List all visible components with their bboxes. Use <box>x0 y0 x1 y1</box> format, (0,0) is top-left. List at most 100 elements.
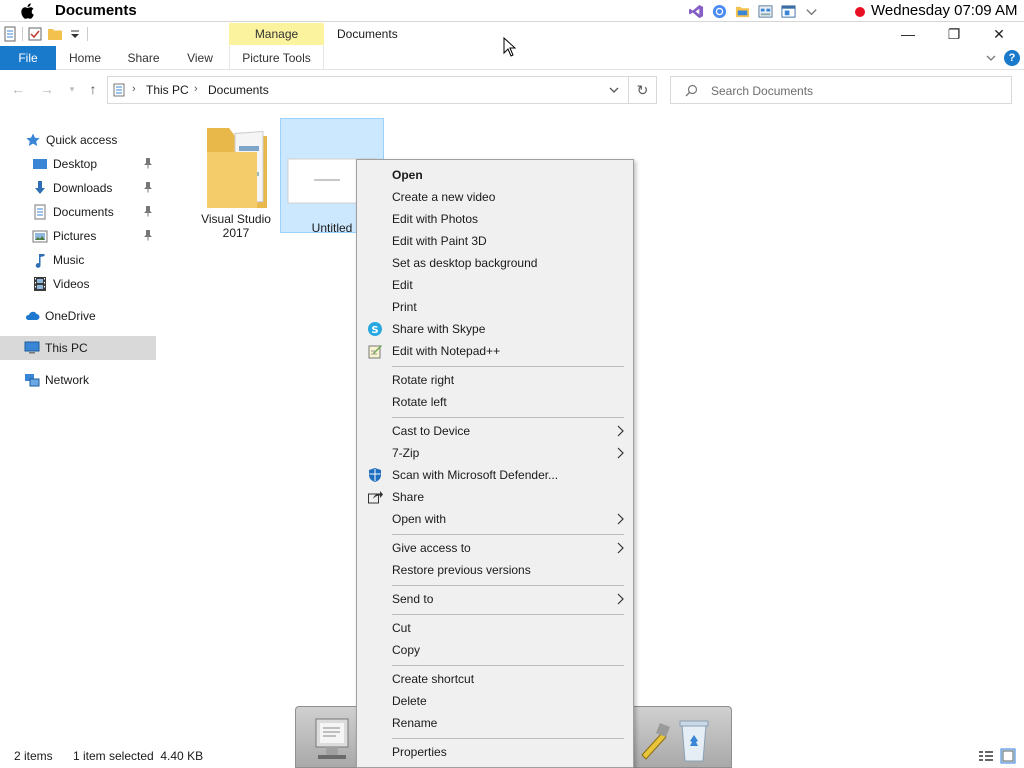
large-icons-view-icon[interactable] <box>1000 748 1016 764</box>
recycle-bin-icon[interactable] <box>672 715 716 765</box>
status-selection: 1 item selected 4.40 KB <box>73 749 204 763</box>
menu-item-rename[interactable]: Rename <box>359 712 631 734</box>
menu-item-send-to[interactable]: Send to <box>359 588 631 610</box>
nav-quick-access[interactable]: Quick access <box>0 128 156 152</box>
file-manager-dock-icon[interactable] <box>310 715 354 765</box>
nav-pictures[interactable]: Pictures <box>0 224 156 248</box>
menu-item-cut[interactable]: Cut <box>359 617 631 639</box>
app-window-icon[interactable] <box>780 4 797 19</box>
menu-item-edit[interactable]: Edit <box>359 274 631 296</box>
menu-item-send-to-label: Send to <box>392 592 434 606</box>
notepad-plus-plus-icon <box>368 345 382 359</box>
menu-item-print[interactable]: Print <box>359 296 631 318</box>
nav-music[interactable]: Music <box>0 248 156 272</box>
menu-item-set-desktop-background[interactable]: Set as desktop background <box>359 252 631 274</box>
refresh-icon: ↻ <box>636 81 649 98</box>
help-icon[interactable]: ? <box>1004 50 1020 66</box>
menu-item-edit-with-photos[interactable]: Edit with Photos <box>359 208 631 230</box>
menu-item-create-shortcut[interactable]: Create shortcut <box>359 668 631 690</box>
menu-separator <box>392 534 624 535</box>
menu-item-restore-previous-versions[interactable]: Restore previous versions <box>359 559 631 581</box>
nav-documents[interactable]: Documents <box>0 200 156 224</box>
tab-file[interactable]: File <box>0 46 56 70</box>
tab-view[interactable]: View <box>178 46 222 70</box>
menu-item-rotate-left[interactable]: Rotate left <box>359 391 631 413</box>
maximize-button[interactable]: ❐ <box>931 23 977 45</box>
menu-item-rotate-right[interactable]: Rotate right <box>359 369 631 391</box>
file-item-folder-name-line1: Visual Studio <box>201 212 271 226</box>
document-icon <box>34 204 46 220</box>
active-app-name[interactable]: Documents <box>55 2 137 19</box>
apple-icon[interactable] <box>20 2 36 20</box>
nav-videos[interactable]: Videos <box>0 272 156 296</box>
menu-separator <box>392 585 624 586</box>
menu-item-delete[interactable]: Delete <box>359 690 631 712</box>
file-explorer-icon[interactable] <box>734 4 751 19</box>
breadcrumb-this-pc[interactable]: This PC <box>146 83 189 97</box>
minimize-button[interactable]: — <box>885 23 931 45</box>
chevron-down-icon[interactable] <box>803 4 820 19</box>
up-arrow-icon[interactable]: ↑ <box>85 81 101 97</box>
nav-downloads[interactable]: Downloads <box>0 176 156 200</box>
nav-network[interactable]: Network <box>0 368 156 392</box>
expand-ribbon-icon[interactable] <box>985 52 997 64</box>
submenu-arrow-icon <box>617 447 624 459</box>
menubar-clock[interactable]: Wednesday 07:09 AM <box>855 2 1017 19</box>
menu-item-edit-with-paint-3d[interactable]: Edit with Paint 3D <box>359 230 631 252</box>
file-item-folder[interactable]: Visual Studio 2017 <box>184 122 288 262</box>
manage-context-tab-header[interactable]: Manage <box>229 23 324 45</box>
new-folder-icon[interactable] <box>47 26 63 42</box>
address-history-chevron-icon[interactable] <box>608 84 620 96</box>
menu-item-open-with[interactable]: Open with <box>359 508 631 530</box>
menu-item-properties[interactable]: Properties <box>359 741 631 763</box>
menu-item-cast-to-device-label: Cast to Device <box>392 424 471 438</box>
menu-separator <box>392 417 624 418</box>
recent-locations-icon[interactable]: ▾ <box>64 81 80 97</box>
chrome-icon[interactable] <box>711 4 728 19</box>
nav-desktop[interactable]: Desktop <box>0 152 156 176</box>
search-icon <box>685 84 698 97</box>
properties-icon[interactable] <box>2 26 18 42</box>
control-panel-icon[interactable] <box>757 4 774 19</box>
menu-item-cast-to-device[interactable]: Cast to Device <box>359 420 631 442</box>
refresh-button[interactable]: ↻ <box>629 76 657 104</box>
menu-item-edit-with-notepad-plus-plus[interactable]: Edit with Notepad++ <box>359 340 631 362</box>
menu-item-share-with-skype[interactable]: S Share with Skype <box>359 318 631 340</box>
search-placeholder: Search Documents <box>711 84 814 98</box>
clock-text: Wednesday 07:09 AM <box>871 2 1018 19</box>
close-button[interactable]: ✕ <box>976 23 1022 45</box>
nav-onedrive[interactable]: OneDrive <box>0 304 156 328</box>
search-box[interactable]: Search Documents <box>670 76 1012 104</box>
back-arrow-icon[interactable]: ← <box>10 81 26 97</box>
pin-icon[interactable] <box>142 181 154 193</box>
visual-studio-icon[interactable] <box>688 4 705 19</box>
address-bar[interactable]: › This PC › Documents <box>107 76 629 104</box>
music-note-icon <box>35 254 45 268</box>
breadcrumb-separator-icon[interactable]: › <box>194 83 198 95</box>
menu-item-7-zip[interactable]: 7-Zip <box>359 442 631 464</box>
svg-text:S: S <box>371 325 378 336</box>
tab-share[interactable]: Share <box>120 46 167 70</box>
menu-item-give-access-to-label: Give access to <box>392 541 471 555</box>
details-view-icon[interactable] <box>978 748 994 764</box>
nav-videos-label: Videos <box>53 277 90 291</box>
qat-dropdown-icon[interactable] <box>67 26 83 42</box>
pin-icon[interactable] <box>142 205 154 217</box>
forward-arrow-icon[interactable]: → <box>39 81 55 97</box>
menu-item-give-access-to[interactable]: Give access to <box>359 537 631 559</box>
pin-icon[interactable] <box>142 229 154 241</box>
tab-picture-tools[interactable]: Picture Tools <box>229 46 324 70</box>
breadcrumb-separator-icon[interactable]: › <box>132 83 136 95</box>
menu-item-open[interactable]: Open <box>359 164 631 186</box>
menu-item-create-new-video[interactable]: Create a new video <box>359 186 631 208</box>
star-icon <box>26 133 40 146</box>
pin-icon[interactable] <box>142 157 154 169</box>
nav-this-pc[interactable]: This PC <box>0 336 156 360</box>
menu-item-scan-with-defender[interactable]: Scan with Microsoft Defender... <box>359 464 631 486</box>
menu-item-copy[interactable]: Copy <box>359 639 631 661</box>
tab-home[interactable]: Home <box>60 46 110 70</box>
menu-item-share[interactable]: Share <box>359 486 631 508</box>
checkmark-document-icon[interactable] <box>27 26 43 42</box>
breadcrumb-documents[interactable]: Documents <box>208 83 269 97</box>
menu-separator <box>392 738 624 739</box>
